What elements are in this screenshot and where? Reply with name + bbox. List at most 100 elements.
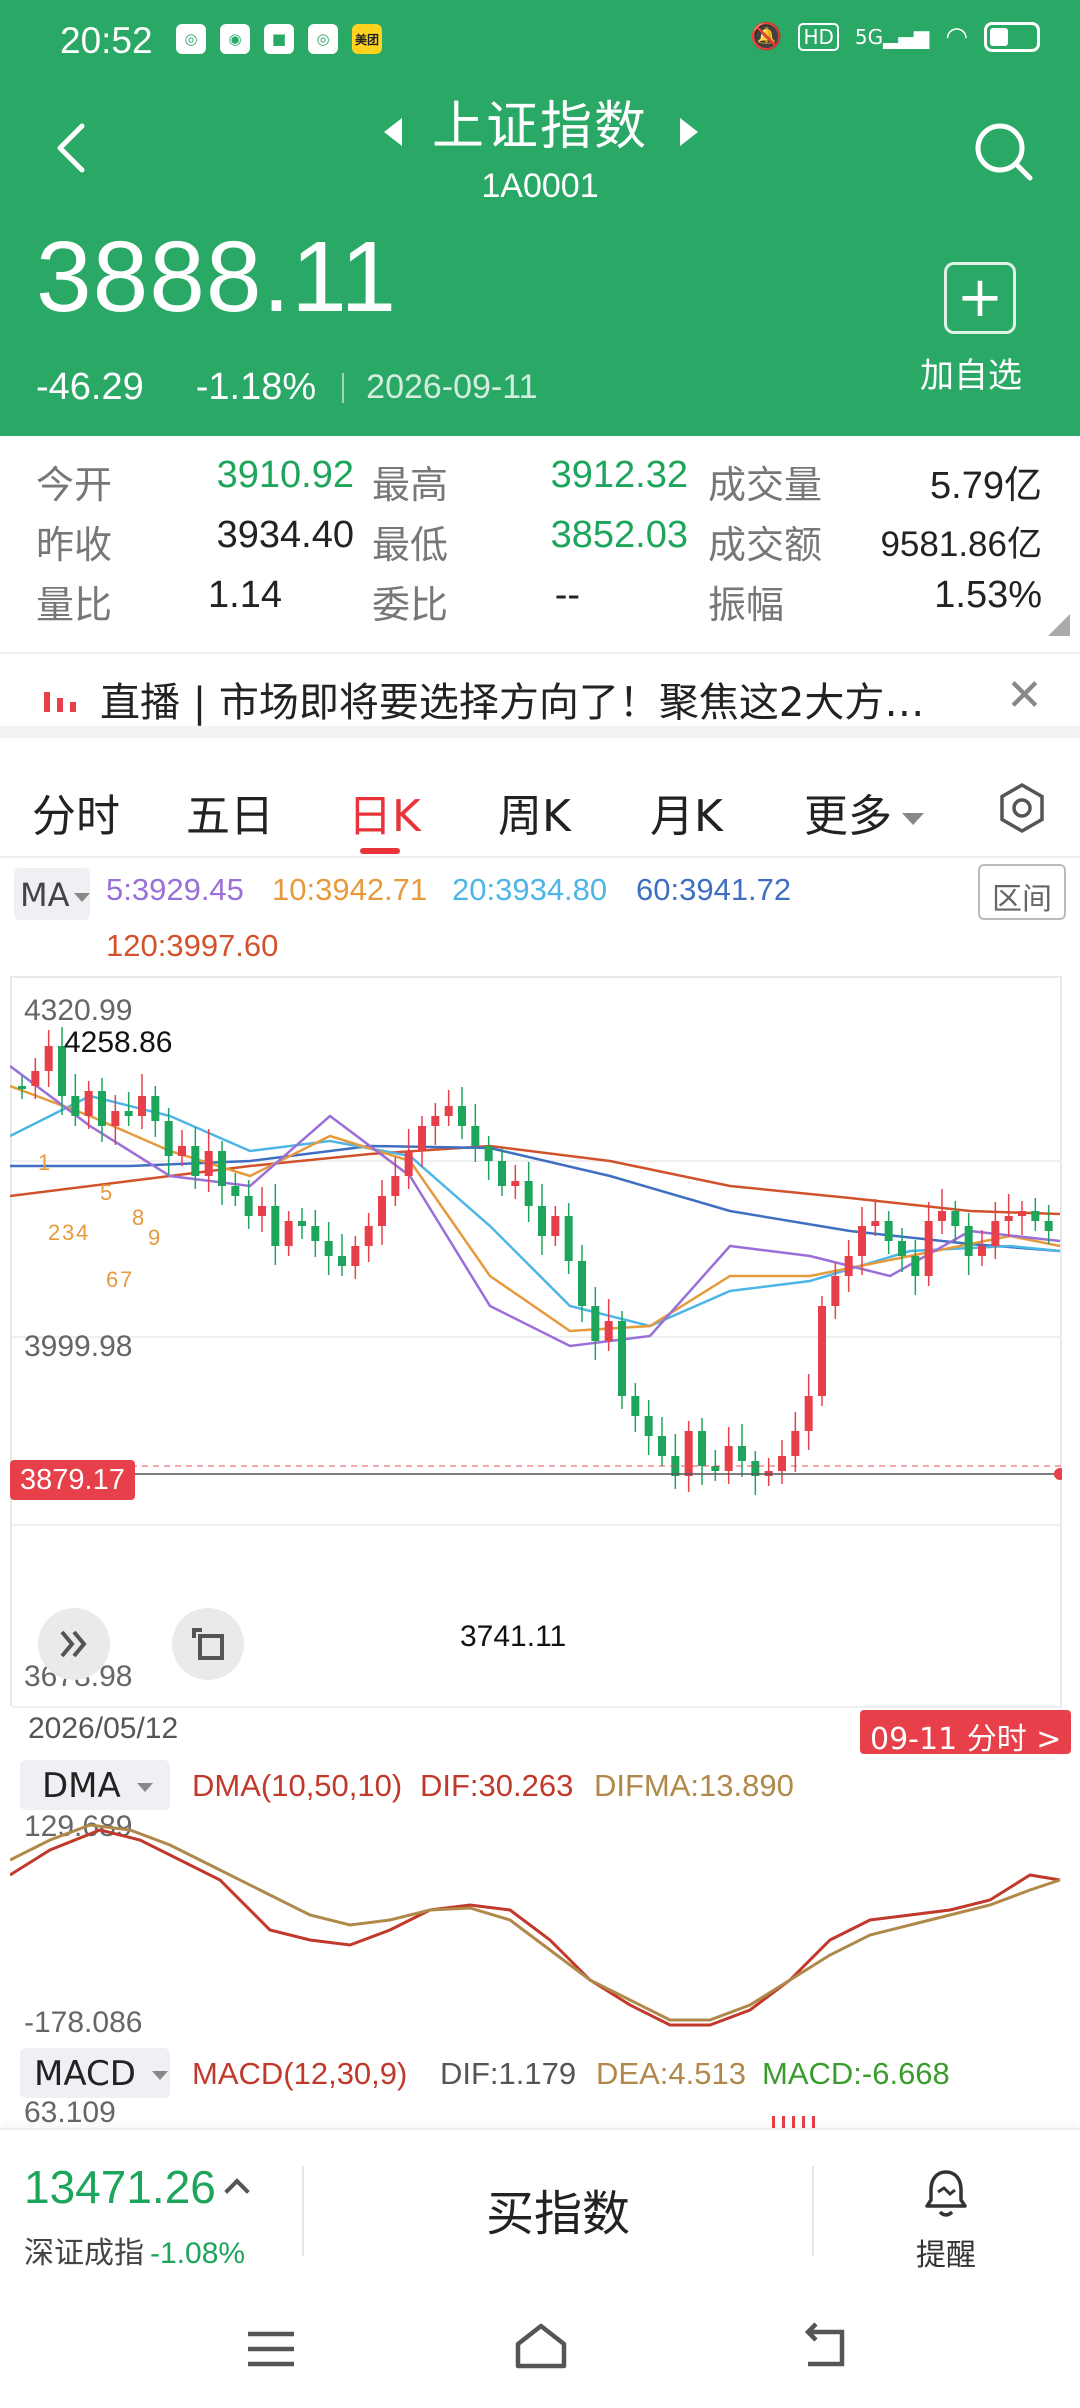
app-icon: ■	[264, 24, 294, 54]
candle-body	[831, 1276, 840, 1306]
candle-body	[444, 1106, 453, 1116]
candle-body	[431, 1116, 440, 1126]
candle-body	[138, 1096, 146, 1116]
candle-body	[898, 1241, 906, 1256]
plus-icon: +	[956, 265, 1004, 330]
candle-body	[804, 1396, 813, 1431]
ma-selector[interactable]: MA	[14, 868, 90, 920]
candle-body	[378, 1196, 386, 1226]
candle-body	[231, 1186, 240, 1196]
tab-intraday[interactable]: 分时	[32, 780, 120, 844]
order-ratio-label: 委比	[372, 583, 449, 627]
bell-icon[interactable]	[922, 2168, 970, 2218]
expand-corner-icon[interactable]	[1048, 614, 1070, 636]
status-bar: 20:52 ◎ ◉ ■ ◎ 美团 🔕 HD 5G▂▄▆ ◠	[0, 0, 1080, 82]
live-news-banner[interactable]: 直播 | 市场即将要选择方向了！聚焦这2大方… ✕	[0, 652, 1080, 738]
candle-body	[964, 1226, 973, 1256]
quote-grid: 今开 3910.92 最高 3912.32 成交量 5.79亿 昨收 3934.…	[0, 436, 1080, 642]
divider	[302, 2166, 304, 2256]
double-chevron-right-icon	[60, 1630, 87, 1658]
volume-label: 成交量	[708, 463, 823, 507]
expand-button[interactable]	[38, 1608, 110, 1680]
ma60-value: 60:3941.72	[636, 872, 792, 907]
candle-body	[151, 1096, 160, 1121]
candle-body	[178, 1146, 186, 1156]
sz-index-value[interactable]: 13471.26	[24, 2160, 250, 2214]
tab-monthly-k[interactable]: 月K	[650, 780, 723, 844]
candle-body	[1031, 1211, 1040, 1221]
high-label: 最高	[372, 463, 449, 507]
candle-body	[698, 1431, 706, 1466]
period-high-label: 4258.86	[64, 1026, 173, 1059]
candle-body	[724, 1446, 733, 1471]
hd-icon: HD	[798, 23, 839, 51]
ma120-value: 120:3997.60	[106, 928, 279, 963]
search-icon[interactable]	[970, 118, 1038, 186]
alert-label[interactable]: 提醒	[916, 2230, 976, 2274]
candle-body	[204, 1151, 213, 1176]
candle-body	[858, 1226, 866, 1256]
candle-body	[991, 1221, 1000, 1246]
back-nav-icon[interactable]	[798, 2322, 852, 2372]
candle-body	[191, 1146, 200, 1176]
wifi-icon: ◠	[945, 22, 968, 52]
tab-daily-k[interactable]: 日K	[348, 780, 421, 844]
low-label: 最低	[372, 523, 449, 567]
sz-index-name: 深证成指	[24, 2236, 144, 2271]
grid-line	[12, 1706, 1062, 1708]
news-headline[interactable]: 直播 | 市场即将要选择方向了！聚焦这2大方…	[100, 670, 960, 728]
menu-icon[interactable]	[244, 2328, 298, 2370]
candle-body	[871, 1221, 880, 1226]
period-low-label: 3741.11	[460, 1620, 567, 1653]
buy-index-button[interactable]: 买指数	[486, 2174, 630, 2244]
sequence-mark: 5	[100, 1180, 112, 1205]
trade-date: 2026-09-11	[366, 368, 538, 406]
stock-name: 上证指数	[431, 97, 648, 157]
add-watchlist-label[interactable]: 加自选	[920, 348, 1022, 397]
prev-close-value: 3934.40	[216, 514, 354, 556]
amplitude-value: 1.53%	[934, 574, 1042, 616]
price-change: -46.29	[36, 366, 144, 408]
candle-body	[71, 1096, 80, 1116]
candle-body	[778, 1456, 786, 1471]
home-icon[interactable]	[512, 2320, 570, 2372]
tab-more[interactable]: 更多	[804, 780, 924, 844]
sequence-mark: 3	[62, 1220, 74, 1245]
candle-body	[604, 1321, 613, 1341]
candle-body	[84, 1091, 93, 1116]
chevron-up-icon	[224, 2178, 250, 2204]
candle-body	[324, 1241, 333, 1256]
fullscreen-button[interactable]	[172, 1608, 244, 1680]
candle-body	[1018, 1211, 1026, 1216]
candle-body	[404, 1151, 413, 1176]
meituan-icon: 美团	[352, 24, 382, 54]
candle-body	[618, 1321, 626, 1396]
macd-selector[interactable]: MACD	[20, 2048, 170, 2098]
kline-chart[interactable]: 1 2 3 45 6 7 89	[10, 976, 1062, 1706]
range-button[interactable]: 区间	[978, 864, 1066, 920]
candle-body	[791, 1431, 800, 1456]
system-nav-bar	[0, 2288, 1080, 2408]
app-icon: ◎	[176, 24, 206, 54]
amplitude-label: 振幅	[708, 583, 785, 627]
current-price: 3888.11	[36, 221, 398, 333]
settings-icon[interactable]	[996, 782, 1048, 834]
tab-weekly-k[interactable]: 周K	[498, 780, 571, 844]
close-icon[interactable]: ✕	[1006, 670, 1043, 721]
sequence-mark: 1	[38, 1150, 50, 1175]
intraday-link[interactable]: 09-11 分时 >	[860, 1710, 1072, 1757]
candle-body	[18, 1086, 26, 1089]
battery-icon	[984, 22, 1040, 52]
macd-value: MACD:-6.668	[762, 2056, 950, 2091]
system-icons: 🔕 HD 5G▂▄▆ ◠	[750, 22, 1040, 52]
candle-body	[311, 1226, 320, 1241]
dma-chart[interactable]	[10, 1780, 1062, 2040]
candle-body	[124, 1111, 133, 1116]
chart-start-date: 2026/05/12	[28, 1712, 179, 1745]
candle-body	[418, 1126, 426, 1151]
tab-five-day[interactable]: 五日	[186, 780, 274, 844]
tab-more-label: 更多	[804, 791, 892, 842]
y-axis-mid: 3999.98	[24, 1330, 133, 1363]
add-watchlist-button[interactable]: +	[944, 262, 1016, 334]
candle-body	[951, 1211, 960, 1226]
